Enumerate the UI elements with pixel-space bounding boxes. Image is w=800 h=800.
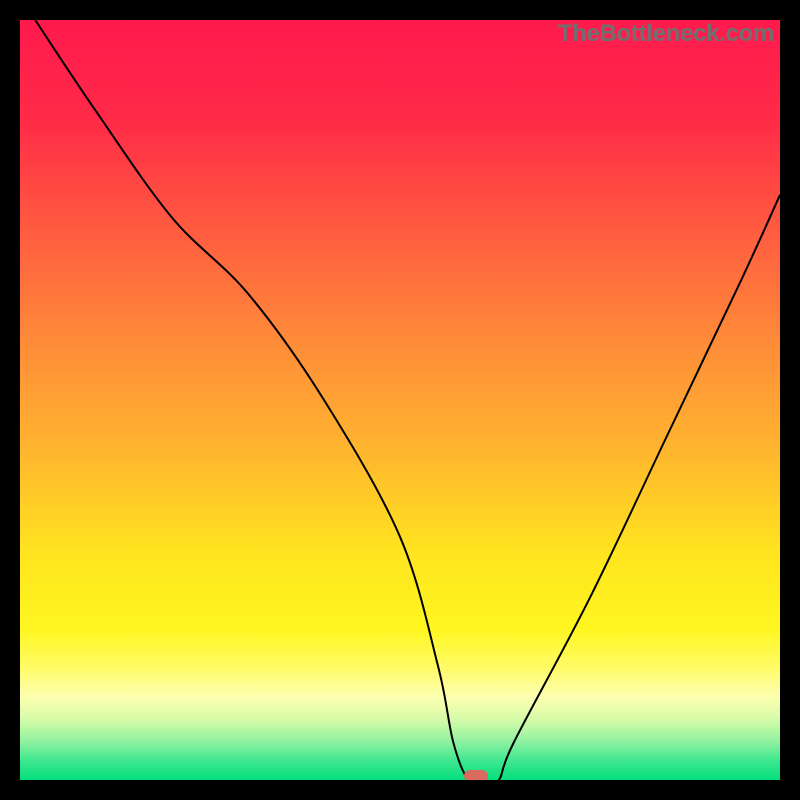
curve-svg xyxy=(20,20,780,780)
plot-area: TheBottleneck.com xyxy=(20,20,780,780)
chart-frame: TheBottleneck.com xyxy=(0,0,800,800)
optimal-marker xyxy=(464,770,488,780)
bottleneck-curve xyxy=(35,20,780,780)
